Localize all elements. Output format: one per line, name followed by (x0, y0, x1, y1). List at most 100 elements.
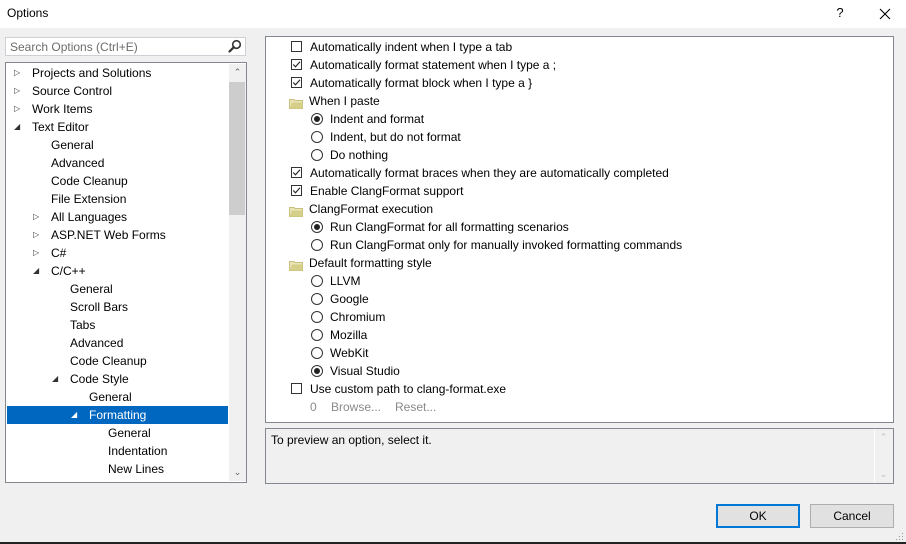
option-label: Do nothing (330, 148, 389, 162)
option-label: Run ClangFormat for all formatting scena… (330, 220, 569, 234)
title-bar: Options ? (0, 0, 906, 28)
radio-unselected-icon[interactable] (311, 275, 323, 287)
tree-item[interactable]: ▷ ASP.NET Web Forms (7, 226, 228, 244)
option-label: Automatically format statement when I ty… (310, 58, 557, 72)
tree-item[interactable]: Code Cleanup (7, 172, 228, 190)
radio-unselected-icon[interactable] (311, 239, 323, 251)
tree-item-label: Advanced (51, 156, 105, 170)
tree-item[interactable]: Indentation (7, 442, 228, 460)
tree-item[interactable]: ◢ C/C++ (7, 262, 228, 280)
tree-item[interactable]: ◢ Code Style (7, 370, 228, 388)
tree-item[interactable]: ▷ Projects and Solutions (7, 64, 228, 82)
expanded-arrow-icon[interactable]: ◢ (52, 370, 62, 388)
radio-unselected-icon[interactable] (311, 149, 323, 161)
tree-item[interactable]: ▷ C# (7, 244, 228, 262)
help-button[interactable]: ? (826, 0, 854, 28)
checkbox-unchecked-icon[interactable] (291, 383, 302, 394)
tree-item-label: Code Cleanup (70, 354, 147, 368)
options-tree: New Lines Indentation General ◢ Formatting Ge… (5, 62, 247, 483)
tree-item-label: C/C++ (51, 264, 86, 278)
tree-item-label: General (108, 426, 151, 440)
radio-unselected-icon[interactable] (311, 131, 323, 143)
radio-selected-icon[interactable] (311, 113, 323, 125)
collapsed-arrow-icon[interactable]: ▷ (14, 64, 24, 82)
tree-item-label: Text Editor (32, 120, 89, 134)
tree-item[interactable]: File Extension (7, 190, 228, 208)
browse-button[interactable]: Browse... (331, 398, 381, 416)
folder-icon (289, 204, 303, 217)
tree-scrollbar[interactable]: ⌃ ⌄ (229, 64, 246, 481)
checkbox-checked-icon[interactable] (291, 185, 302, 196)
option-label: Mozilla (330, 328, 368, 342)
radio-unselected-icon[interactable] (311, 311, 323, 323)
tree-item-label: General (70, 282, 113, 296)
option-label: Chromium (330, 310, 386, 324)
tree-item-label: General (89, 390, 132, 404)
folder-icon (289, 96, 303, 109)
tree-item-label: General (51, 138, 94, 152)
collapsed-arrow-icon[interactable]: ▷ (33, 208, 43, 226)
tree-item[interactable]: Tabs (7, 316, 228, 334)
tree-item[interactable]: Scroll Bars (7, 298, 228, 316)
option-label: Visual Studio (330, 364, 400, 378)
tree-item[interactable]: ◢ Text Editor (7, 118, 228, 136)
checkbox-checked-icon[interactable] (291, 167, 302, 178)
resize-grip-icon[interactable] (896, 533, 904, 541)
close-icon (879, 8, 891, 20)
collapsed-arrow-icon[interactable]: ▷ (14, 82, 24, 100)
radio-selected-icon[interactable] (311, 365, 323, 377)
option-label: Run ClangFormat only for manually invoke… (330, 238, 683, 252)
preview-scrollbar[interactable]: ⌃ ⌄ (874, 430, 892, 482)
search-icon[interactable] (228, 39, 242, 53)
tree-item-label: Code Style (70, 372, 129, 386)
scroll-down-arrow-icon[interactable]: ⌄ (229, 464, 246, 481)
tree-item[interactable]: General (7, 388, 228, 406)
ok-button[interactable]: OK (716, 504, 800, 528)
option-label: Automatically format braces when they ar… (310, 166, 669, 180)
cancel-button[interactable]: Cancel (810, 504, 894, 528)
search-input[interactable] (6, 38, 230, 55)
expanded-arrow-icon[interactable]: ◢ (71, 406, 81, 424)
tree-item[interactable]: ◢ Formatting (7, 406, 228, 424)
radio-selected-icon[interactable] (311, 221, 323, 233)
tree-item[interactable]: ▷ All Languages (7, 208, 228, 226)
option-label: Automatically indent when I type a tab (310, 40, 513, 54)
tree-item[interactable]: ▷ Source Control (7, 82, 228, 100)
reset-button[interactable]: Reset... (395, 398, 436, 416)
collapsed-arrow-icon[interactable]: ▷ (14, 100, 24, 118)
tree-item-label: Scroll Bars (70, 300, 129, 314)
tree-item[interactable]: Advanced (7, 334, 228, 352)
tree-item[interactable]: New Lines (7, 460, 228, 478)
tree-item[interactable]: General (7, 136, 228, 154)
tree-item-label: Formatting (89, 408, 147, 422)
scroll-up-arrow-icon[interactable]: ⌃ (875, 432, 892, 443)
collapsed-arrow-icon[interactable]: ▷ (33, 226, 43, 244)
checkbox-checked-icon[interactable] (291, 59, 302, 70)
close-button[interactable] (866, 0, 904, 28)
tree-item-label: Tabs (70, 318, 96, 332)
tree-item[interactable]: General (7, 280, 228, 298)
tree-item[interactable]: Code Cleanup (7, 352, 228, 370)
option-label: Google (330, 292, 369, 306)
tree-item-label: New Lines (108, 462, 165, 476)
tree-item[interactable]: General (7, 424, 228, 442)
radio-unselected-icon[interactable] (311, 293, 323, 305)
checkbox-unchecked-icon[interactable] (291, 41, 302, 52)
scroll-up-arrow-icon[interactable]: ⌃ (229, 64, 246, 81)
option-label: LLVM (330, 274, 361, 288)
tree-item-label: File Extension (51, 192, 127, 206)
scroll-thumb[interactable] (229, 82, 245, 215)
radio-unselected-icon[interactable] (311, 347, 323, 359)
radio-unselected-icon[interactable] (311, 329, 323, 341)
checkbox-checked-icon[interactable] (291, 77, 302, 88)
expanded-arrow-icon[interactable]: ◢ (33, 262, 43, 280)
tree-item-label: Work Items (32, 102, 93, 116)
tree-item-label: Code Cleanup (51, 174, 128, 188)
window-title: Options (7, 6, 49, 20)
tree-item[interactable]: ▷ Work Items (7, 100, 228, 118)
scroll-down-arrow-icon[interactable]: ⌄ (875, 469, 892, 480)
collapsed-arrow-icon[interactable]: ▷ (33, 244, 43, 262)
tree-item[interactable]: Advanced (7, 154, 228, 172)
expanded-arrow-icon[interactable]: ◢ (14, 118, 24, 136)
option-label: Use custom path to clang-format.exe (310, 382, 507, 396)
